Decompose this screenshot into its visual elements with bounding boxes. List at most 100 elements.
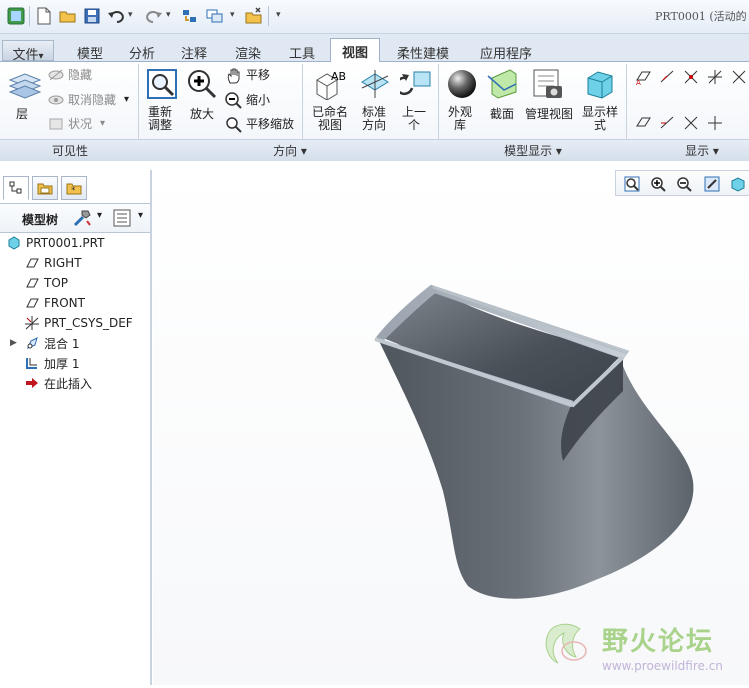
expand-arrow-icon[interactable]: ▶ — [10, 338, 24, 348]
previous-view-icon[interactable] — [395, 68, 434, 103]
insert-here-arrow-icon — [24, 375, 40, 391]
appearance-gallery-icon[interactable] — [446, 68, 478, 103]
tab-view[interactable]: 视图 — [330, 38, 380, 63]
zoom-out-button[interactable]: 缩小 — [246, 94, 270, 107]
show-dropdown-icon[interactable]: ▾ — [138, 210, 143, 221]
tab-analysis[interactable]: 分析 — [118, 40, 166, 62]
zoom-out-view-icon[interactable] — [674, 174, 694, 194]
plane-tag-display-icon[interactable] — [634, 114, 652, 135]
datum-plane-icon — [24, 295, 40, 311]
tree-item-blend-1[interactable]: ▶ 混合 1 — [10, 333, 160, 353]
tree-item-right[interactable]: RIGHT — [24, 253, 174, 273]
zoom-in-icon[interactable] — [186, 68, 218, 103]
settings-dropdown-icon[interactable]: ▾ — [97, 210, 102, 221]
status-button[interactable]: 状况 — [68, 118, 92, 131]
plane-display-icon[interactable]: A — [634, 68, 652, 89]
tab-model-tree[interactable] — [3, 176, 29, 200]
new-icon[interactable] — [34, 6, 54, 26]
unhide-icon — [48, 93, 64, 110]
open-icon[interactable] — [58, 6, 78, 26]
tree-item-front[interactable]: FRONT — [24, 293, 174, 313]
model-tree-label: 模型树 — [22, 213, 59, 227]
settings-tools-icon[interactable] — [72, 209, 92, 230]
tab-applications[interactable]: 应用程序 — [466, 40, 546, 62]
windows-icon[interactable] — [205, 6, 225, 26]
regenerate-icon[interactable] — [180, 6, 200, 26]
view-manager-icon[interactable] — [532, 68, 564, 103]
point-tag-display-icon[interactable] — [682, 114, 700, 135]
section-button[interactable]: 截面 — [490, 108, 514, 121]
pan-hand-icon — [225, 67, 243, 88]
previous-view-button[interactable]: 上一 个 — [402, 106, 426, 132]
tab-tools[interactable]: 工具 — [278, 40, 326, 62]
tree-item-label: PRT_CSYS_DEF — [44, 316, 133, 330]
refit-button[interactable]: 重新 调整 — [148, 106, 172, 132]
save-icon[interactable] — [82, 6, 102, 26]
show-list-icon[interactable] — [113, 209, 131, 230]
status-dropdown-icon[interactable]: ▾ — [100, 117, 105, 130]
redo-icon[interactable] — [144, 6, 164, 26]
axis-display-icon[interactable] — [658, 68, 676, 89]
unhide-button[interactable]: 取消隐藏 — [68, 94, 116, 107]
undo-dropdown-icon[interactable]: ▾ — [128, 10, 133, 20]
layer-button[interactable]: 层 — [16, 108, 28, 121]
tab-favorites[interactable]: * — [61, 176, 87, 200]
standard-orientation-icon[interactable] — [358, 68, 392, 103]
forum-watermark: 野火论坛 www.proewildfire.cn — [540, 615, 745, 680]
tab-render[interactable]: 渲染 — [222, 40, 274, 62]
appearance-gallery-button[interactable]: 外观 库 — [448, 106, 472, 132]
redo-dropdown-icon[interactable]: ▾ — [166, 10, 171, 20]
named-views-button[interactable]: 已命名 视图 — [312, 106, 348, 132]
point-display-icon[interactable] — [682, 68, 700, 89]
layer-icon[interactable] — [8, 70, 42, 105]
tree-item-prt0001[interactable]: PRT0001.PRT — [6, 233, 156, 253]
tree-item-insert-here[interactable]: 在此插入 — [24, 373, 174, 393]
ribbon-tabs: 文件▾ 模型 分析 注释 渲染 工具 视图 柔性建模 应用程序 — [0, 34, 749, 63]
model-tree-header: 模型树 ▾ ▾ — [0, 203, 150, 233]
datum-plane-icon — [24, 275, 40, 291]
tab-folder-browser[interactable] — [32, 176, 58, 200]
tree-item-prt-csys-def[interactable]: PRT_CSYS_DEF — [24, 313, 174, 333]
customize-toolbar-icon[interactable]: ▾ — [276, 10, 281, 20]
csys-display-icon[interactable] — [706, 68, 724, 89]
tab-flexible-modeling[interactable]: 柔性建模 — [384, 40, 462, 62]
svg-text:A: A — [636, 79, 641, 86]
unhide-dropdown-icon[interactable]: ▾ — [124, 93, 129, 106]
display-style-view-icon[interactable] — [728, 174, 748, 194]
csys-tag-display-icon[interactable] — [706, 114, 724, 135]
tree-item-label: 加厚 1 — [44, 356, 80, 371]
refit-view-icon[interactable] — [622, 174, 642, 194]
hide-icon — [48, 68, 64, 85]
display-style-button[interactable]: 显示样 式 — [582, 106, 618, 132]
svg-text:*: * — [71, 186, 76, 196]
tab-annotate[interactable]: 注释 — [170, 40, 218, 62]
tree-item-thicken-1[interactable]: 加厚 1 — [24, 353, 174, 373]
tab-model[interactable]: 模型 — [66, 40, 114, 62]
tree-item-label: 在此插入 — [44, 376, 93, 391]
refit-icon[interactable] — [146, 68, 178, 103]
pan-zoom-button[interactable]: 平移缩放 — [246, 118, 294, 131]
group-model-display-label[interactable]: 模型显示 ▾ — [488, 142, 578, 159]
graphics-window[interactable] — [153, 161, 749, 685]
group-display-label[interactable]: 显示 ▾ — [672, 142, 732, 159]
tree-item-top[interactable]: TOP — [24, 273, 174, 293]
display-style-icon[interactable] — [584, 68, 616, 103]
section-icon[interactable] — [486, 68, 520, 103]
named-views-icon[interactable]: AB — [313, 68, 349, 103]
undo-icon[interactable] — [106, 6, 126, 26]
zoom-in-button[interactable]: 放大 — [190, 108, 214, 121]
standard-orientation-button[interactable]: 标准 方向 — [362, 106, 386, 132]
pan-button[interactable]: 平移 — [246, 69, 270, 82]
view-manager-button[interactable]: 管理视图 — [525, 108, 573, 121]
tab-file[interactable]: 文件▾ — [2, 40, 54, 63]
group-orientation-label[interactable]: 方向 ▾ — [250, 142, 330, 159]
windows-dropdown-icon[interactable]: ▾ — [230, 10, 235, 20]
window-title: PRT0001 (活动的 — [655, 10, 747, 23]
close-window-icon[interactable] — [244, 6, 264, 26]
tab-file-label: 文件 — [12, 48, 39, 63]
repaint-icon[interactable] — [702, 174, 722, 194]
hide-button[interactable]: 隐藏 — [68, 69, 92, 82]
spin-center-icon[interactable] — [730, 68, 748, 89]
zoom-in-view-icon[interactable] — [648, 174, 668, 194]
axis-tag-display-icon[interactable] — [658, 114, 676, 135]
